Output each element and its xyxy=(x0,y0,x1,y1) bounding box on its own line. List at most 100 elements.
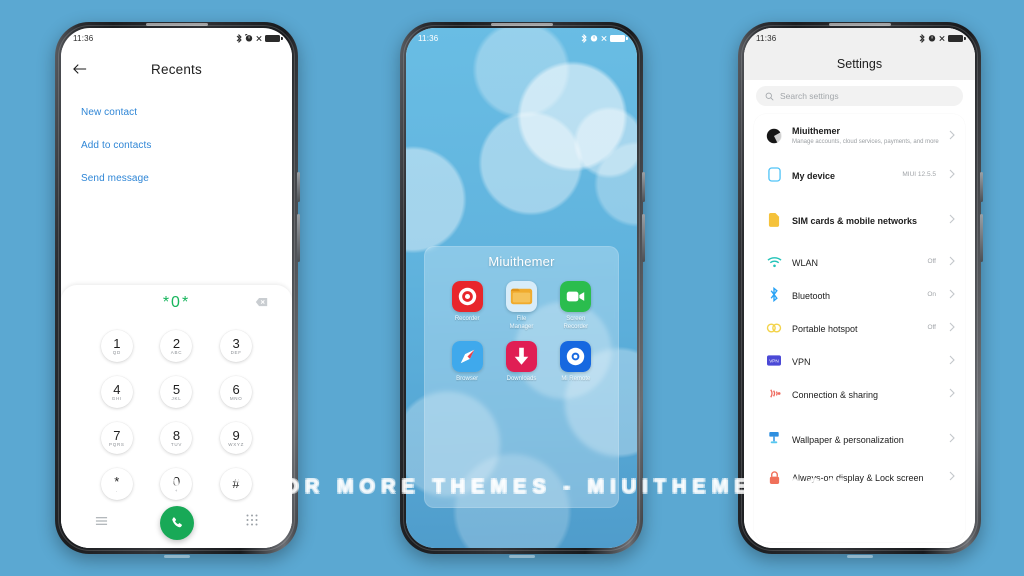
power-button[interactable] xyxy=(980,172,983,202)
settings-row-portable-hotspot[interactable]: Portable hotspot Off xyxy=(754,311,965,344)
settings-row-label: VPN xyxy=(792,356,811,367)
app-mi-remote[interactable]: Mi Remote xyxy=(549,341,603,383)
settings-row-label: Connection & sharing xyxy=(792,389,879,400)
keypad-key-5[interactable]: 5 JKL xyxy=(147,371,207,413)
chevron-right-icon xyxy=(949,253,955,271)
browser-compass-icon xyxy=(451,341,483,373)
dialpad-icon xyxy=(246,514,258,526)
file-manager-icon xyxy=(505,281,537,312)
key-digit: 6 xyxy=(232,381,240,397)
bluetooth-icon xyxy=(581,33,587,43)
settings-row-vpn[interactable]: VPN VPN xyxy=(754,344,965,377)
settings-row-value: Off xyxy=(927,258,936,265)
settings-row-label: WLAN xyxy=(792,257,819,268)
keypad-grid: 1 QD 2 ABC 3 DEF 4 GHI 5 JKL 6 MNO 7 PQRS 8 TUV 9 WXYZ *. 0… xyxy=(61,321,292,505)
settings-row-always-on-display-lock-screen[interactable]: Always-on display & Lock screen xyxy=(754,455,965,499)
vpn-icon: VPN xyxy=(766,355,782,366)
phone-device-settings: Settings 11:36 Search settings Miuitheme… xyxy=(738,22,983,558)
backspace-button[interactable] xyxy=(255,294,268,312)
dialed-number: *0* xyxy=(162,294,191,311)
settings-group-divider xyxy=(754,191,965,203)
battery-icon xyxy=(265,34,283,42)
phone-device-dialer: 11:36 Recents New contact Add to contact xyxy=(55,22,300,558)
wallpaper-icon xyxy=(766,431,782,446)
app-file-manager[interactable]: File Manager xyxy=(494,281,548,331)
chevron-right-icon xyxy=(949,211,955,229)
app-label: Mi Remote xyxy=(561,376,591,383)
chevron-right-icon xyxy=(949,319,955,337)
keypad-key-6[interactable]: 6 MNO xyxy=(206,371,266,413)
phone-call-icon xyxy=(171,517,182,528)
call-button[interactable] xyxy=(159,506,194,540)
volume-button[interactable] xyxy=(642,214,645,262)
bottom-speaker xyxy=(508,555,535,558)
settings-row-connection-sharing[interactable]: Connection & sharing xyxy=(754,377,965,410)
settings-row-wallpaper-personalization[interactable]: Wallpaper & personalization xyxy=(754,422,965,455)
key-letters: GHI xyxy=(111,396,122,401)
chevron-right-icon xyxy=(949,468,955,486)
settings-group-divider xyxy=(754,236,965,245)
menu-button[interactable] xyxy=(95,513,108,531)
key-letters: DEF xyxy=(230,350,242,355)
bluetooth-icon xyxy=(919,33,925,43)
bluetooth-icon xyxy=(236,33,242,43)
key-digit: 4 xyxy=(113,381,121,397)
volume-button[interactable] xyxy=(297,214,300,262)
action-new-contact[interactable]: New contact xyxy=(81,96,272,129)
keypad-key-9[interactable]: 9 WXYZ xyxy=(206,417,266,459)
sim-card-icon xyxy=(766,212,782,227)
keypad-key-4[interactable]: 4 GHI xyxy=(87,371,147,413)
power-button[interactable] xyxy=(297,172,300,202)
phone1-screen: 11:36 Recents New contact Add to contact xyxy=(61,28,292,548)
chevron-right-icon xyxy=(949,286,955,304)
search-icon xyxy=(765,92,774,101)
settings-row-account[interactable]: Miuithemer Manage accounts, cloud servic… xyxy=(754,114,965,158)
phone2-screen: 11:36 Miuithemer Recorder File Manager Scre… xyxy=(406,28,637,548)
battery-icon xyxy=(610,34,628,42)
alarm-icon xyxy=(928,35,936,42)
status-bar: 11:36 xyxy=(61,28,292,48)
settings-row-label: SIM cards & mobile networks xyxy=(792,215,918,226)
settings-row-label: Wallpaper & personalization xyxy=(792,434,904,445)
chevron-right-icon xyxy=(949,166,955,184)
key-letters: . xyxy=(115,488,118,493)
search-placeholder: Search settings xyxy=(780,91,839,101)
bottom-speaker xyxy=(846,555,873,558)
status-time: 11:36 xyxy=(418,33,439,43)
settings-rows: My device MIUI 12.5.5 SIM cards & mobile n… xyxy=(754,158,965,499)
settings-row-wlan[interactable]: WLAN Off xyxy=(754,245,965,278)
keypad-key-1[interactable]: 1 QD xyxy=(87,325,147,367)
settings-row-value: MIUI 12.5.5 xyxy=(902,171,936,178)
key-letters: PQRS xyxy=(109,442,125,447)
keypad-key-8[interactable]: 8 TUV xyxy=(147,417,207,459)
key-digit: 1 xyxy=(113,335,121,351)
settings-row-label: Bluetooth xyxy=(792,290,831,301)
key-letters: MNO xyxy=(229,396,243,401)
settings-group-divider xyxy=(754,410,965,422)
keypad-key-3[interactable]: 3 DEF xyxy=(206,325,266,367)
app-browser-compass[interactable]: Browser xyxy=(440,341,494,383)
dialpad-button[interactable] xyxy=(246,513,258,531)
connection-share-icon xyxy=(766,387,782,400)
keypad-key-7[interactable]: 7 PQRS xyxy=(87,417,147,459)
action-send-message[interactable]: Send message xyxy=(81,162,272,195)
power-button[interactable] xyxy=(642,172,645,202)
key-digit: 7 xyxy=(113,427,121,443)
action-add-to-contacts[interactable]: Add to contacts xyxy=(81,129,272,162)
app-label: Recorder xyxy=(454,316,480,322)
volume-button[interactable] xyxy=(980,214,983,262)
app-recorder[interactable]: Recorder xyxy=(440,281,494,331)
app-downloads[interactable]: Downloads xyxy=(494,341,548,383)
app-screen-recorder[interactable]: Screen Recorder xyxy=(549,281,603,331)
app-folder[interactable]: Miuithemer Recorder File Manager Screen Reco… xyxy=(424,246,619,508)
folder-app-grid: Recorder File Manager Screen Recorder Browser… xyxy=(424,281,619,383)
keypad-key-2[interactable]: 2 ABC xyxy=(147,325,207,367)
settings-row-my-device[interactable]: My device MIUI 12.5.5 xyxy=(754,158,965,191)
settings-row-bluetooth[interactable]: Bluetooth On xyxy=(754,278,965,311)
app-label: Screen Recorder xyxy=(563,316,589,331)
phone-device-home: 11:36 Miuithemer Recorder File Manager Scre… xyxy=(400,22,645,558)
key-digit: 0 xyxy=(172,473,181,489)
search-input[interactable]: Search settings xyxy=(756,86,963,106)
settings-row-sim-cards-mobile-networks[interactable]: SIM cards & mobile networks xyxy=(754,203,965,236)
app-label: File Manager xyxy=(509,316,534,331)
